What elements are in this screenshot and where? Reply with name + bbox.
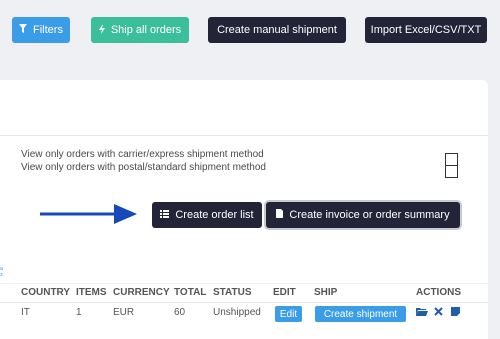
filters-label: Filters bbox=[33, 24, 63, 36]
filters-button[interactable]: Filters bbox=[12, 17, 70, 43]
cell-items: 1 bbox=[76, 307, 82, 318]
panel-divider bbox=[0, 135, 488, 136]
create-manual-shipment-button[interactable]: Create manual shipment bbox=[208, 17, 346, 43]
create-invoice-button[interactable]: Create invoice or order summary bbox=[266, 202, 460, 228]
row-divider bbox=[0, 302, 488, 303]
column-status: STATUS bbox=[213, 287, 252, 298]
create-order-list-button[interactable]: Create order list bbox=[152, 202, 262, 228]
column-currency: CURRENCY bbox=[113, 287, 170, 298]
import-label: Import Excel/CSV/TXT bbox=[370, 24, 482, 36]
file-icon bbox=[276, 209, 284, 221]
import-file-button[interactable]: Import Excel/CSV/TXT bbox=[365, 17, 487, 43]
table-header: COUNTRY ITEMS CURRENCY TOTAL STATUS EDIT… bbox=[0, 283, 488, 301]
cell-status: Unshipped bbox=[213, 307, 261, 318]
sort-icon[interactable]: a z bbox=[0, 265, 6, 278]
cell-currency: EUR bbox=[113, 307, 135, 318]
ship-all-label: Ship all orders bbox=[110, 24, 182, 36]
list-icon bbox=[160, 209, 170, 221]
column-actions: ACTIONS bbox=[416, 287, 461, 298]
column-total: TOTAL bbox=[174, 287, 207, 298]
edit-label: Edit bbox=[279, 308, 298, 320]
note-icon[interactable] bbox=[451, 307, 460, 319]
filter-icon bbox=[19, 24, 28, 36]
folder-open-icon[interactable] bbox=[416, 307, 428, 319]
column-ship: SHIP bbox=[314, 287, 338, 298]
postal-filter-checkbox[interactable] bbox=[445, 165, 458, 178]
column-edit: EDIT bbox=[273, 287, 296, 298]
edit-button[interactable]: Edit bbox=[275, 306, 302, 322]
invoice-label: Create invoice or order summary bbox=[289, 209, 450, 221]
bolt-icon bbox=[98, 23, 105, 37]
ship-all-orders-button[interactable]: Ship all orders bbox=[91, 17, 189, 43]
column-items: ITEMS bbox=[76, 287, 107, 298]
delete-icon[interactable] bbox=[434, 307, 443, 319]
cell-country: IT bbox=[21, 307, 30, 318]
create-shipment-label: Create shipment bbox=[323, 308, 398, 320]
postal-filter-text: View only orders with postal/standard sh… bbox=[21, 162, 266, 173]
manual-shipment-label: Create manual shipment bbox=[217, 24, 337, 36]
carrier-filter-text: View only orders with carrier/express sh… bbox=[21, 149, 264, 160]
column-country: COUNTRY bbox=[21, 287, 71, 298]
order-list-label: Create order list bbox=[175, 209, 254, 221]
arrow-right-icon bbox=[40, 204, 137, 224]
create-shipment-button[interactable]: Create shipment bbox=[315, 306, 406, 322]
cell-total: 60 bbox=[174, 307, 186, 318]
svg-text:z: z bbox=[0, 272, 3, 276]
